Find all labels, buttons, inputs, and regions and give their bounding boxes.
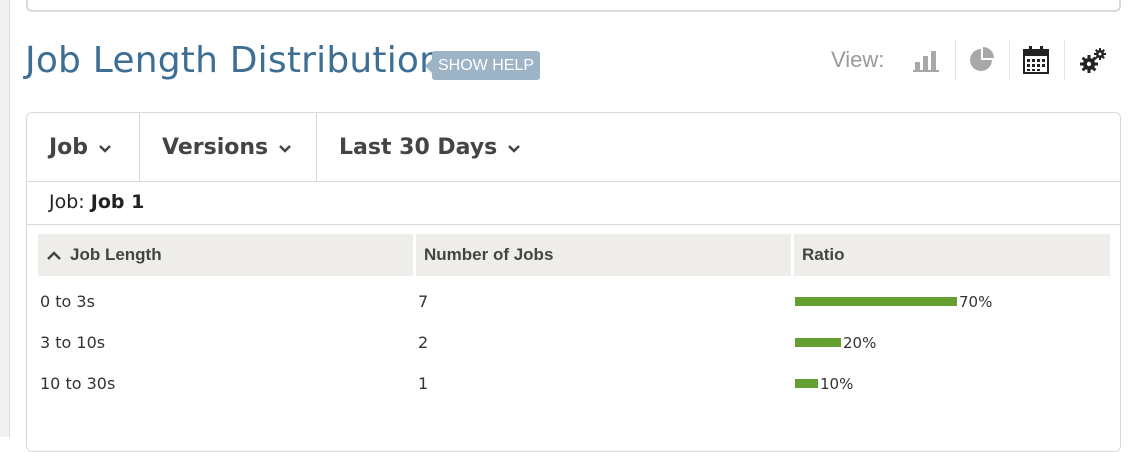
number-of-jobs-cell: 1 — [418, 374, 429, 393]
versions-filter-label: Versions — [162, 134, 269, 160]
job-value: Job 1 — [90, 191, 145, 213]
view-label: View: — [831, 47, 885, 72]
calendar-icon[interactable] — [1016, 40, 1056, 80]
job-length-cell: 10 to 30s — [40, 374, 116, 393]
distribution-panel: Job Versions Last 30 Days Job: Job 1 Job… — [26, 112, 1121, 452]
table-row: 0 to 3s 7 70% — [27, 287, 1120, 317]
table-row: 10 to 30s 1 10% — [27, 369, 1120, 399]
show-help-button[interactable]: SHOW HELP — [425, 51, 540, 80]
job-filter-label: Job — [49, 134, 89, 160]
view-separator — [955, 40, 956, 80]
ratio-label: 10% — [820, 375, 854, 393]
date-range-dropdown[interactable]: Last 30 Days — [317, 113, 547, 181]
ratio-label: 70% — [959, 293, 993, 311]
bar-chart-icon[interactable] — [906, 40, 946, 80]
page-title: Job Length Distribution — [25, 40, 443, 81]
ratio-label: 20% — [843, 334, 877, 352]
pie-chart-icon[interactable] — [961, 40, 1001, 80]
date-range-label: Last 30 Days — [339, 134, 498, 160]
ratio-bar — [795, 379, 818, 388]
column-header-ratio[interactable]: Ratio — [794, 234, 1110, 276]
left-scroll-rail — [0, 0, 10, 437]
chevron-up-icon — [47, 250, 61, 260]
divider — [27, 224, 1120, 225]
chevron-down-icon — [99, 145, 111, 153]
filter-bar: Job Versions Last 30 Days — [27, 113, 1120, 182]
view-separator — [1064, 40, 1065, 80]
column-header-number-of-jobs[interactable]: Number of Jobs — [416, 234, 791, 276]
selected-job-line: Job: Job 1 — [49, 191, 144, 213]
gear-icon[interactable] — [1073, 40, 1113, 80]
chevron-down-icon — [508, 145, 521, 153]
chevron-down-icon — [279, 145, 291, 153]
previous-panel-edge — [26, 0, 1121, 12]
job-prefix: Job: — [49, 191, 85, 213]
ratio-bar — [795, 338, 841, 347]
table-row: 3 to 10s 2 20% — [27, 328, 1120, 358]
versions-filter-dropdown[interactable]: Versions — [140, 113, 317, 181]
view-separator — [1009, 40, 1010, 80]
job-length-cell: 3 to 10s — [40, 333, 106, 352]
job-length-cell: 0 to 3s — [40, 292, 95, 311]
column-header-job-length[interactable]: Job Length — [38, 234, 413, 276]
job-filter-dropdown[interactable]: Job — [27, 113, 140, 181]
number-of-jobs-cell: 2 — [418, 333, 429, 352]
ratio-bar — [795, 297, 957, 306]
number-of-jobs-cell: 7 — [418, 292, 429, 311]
